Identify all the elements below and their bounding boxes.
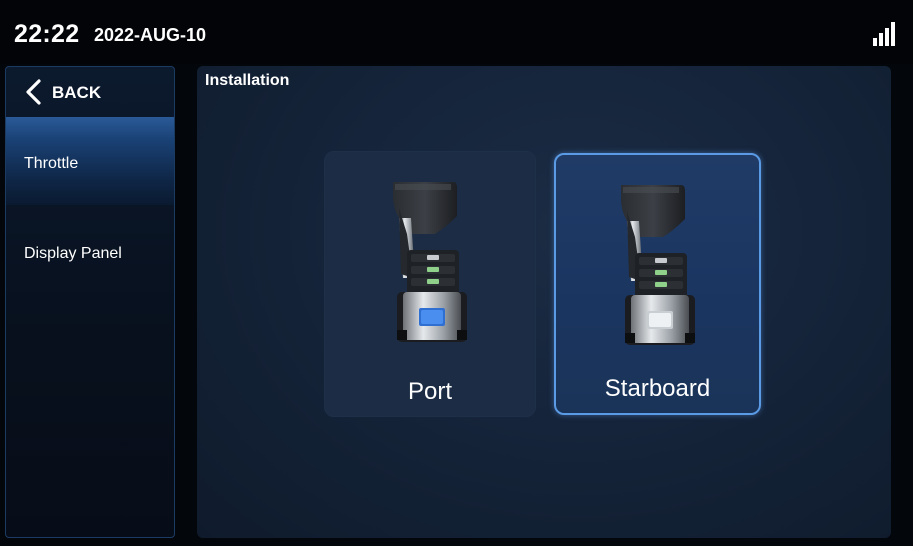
clock-date: 2022-AUG-10 xyxy=(94,25,207,45)
back-button[interactable]: BACK xyxy=(6,67,174,117)
sidebar-item-display-panel[interactable]: Display Panel xyxy=(6,205,174,293)
screen: 22:22 2022-AUG-10 BACK Throttle Display … xyxy=(0,0,913,546)
starboard-option-card[interactable]: Starboard xyxy=(554,153,761,415)
status-bar: 22:22 2022-AUG-10 xyxy=(0,0,913,64)
main-panel: Installation Port Starboard xyxy=(197,66,891,538)
starboard-label: Starboard xyxy=(604,375,711,402)
signal-strength-icon xyxy=(873,22,901,46)
sidebar-item-label: Throttle xyxy=(24,155,79,172)
throttle-lever-image xyxy=(393,182,467,342)
chevron-left-icon xyxy=(26,79,41,105)
back-label: BACK xyxy=(52,83,102,102)
sidebar-item-throttle[interactable]: Throttle xyxy=(6,117,174,205)
port-option-card[interactable]: Port xyxy=(324,151,536,417)
sidebar: BACK Throttle Display Panel xyxy=(5,66,175,538)
port-label: Port xyxy=(407,378,452,405)
throttle-lever-image xyxy=(620,185,695,345)
clock-time: 22:22 xyxy=(14,20,80,48)
page-title: Installation xyxy=(205,72,290,89)
sidebar-item-label: Display Panel xyxy=(24,245,122,262)
